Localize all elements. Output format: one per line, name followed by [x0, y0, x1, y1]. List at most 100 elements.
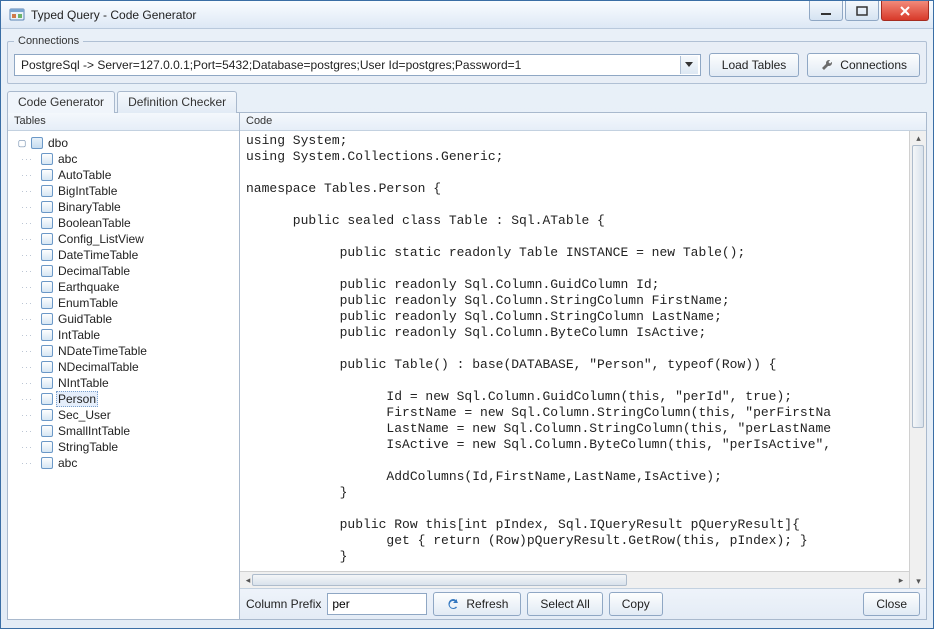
- tree-schema-label: dbo: [46, 136, 70, 150]
- tables-header: Tables: [8, 113, 239, 131]
- tab-strip: Code GeneratorDefinition Checker: [7, 90, 927, 112]
- code-textarea[interactable]: using System; using System.Collections.G…: [240, 131, 909, 571]
- tree-table-node[interactable]: ···NDecimalTable: [14, 359, 237, 375]
- tab-code-generator[interactable]: Code Generator: [7, 91, 115, 113]
- tree-connector: ···: [16, 218, 38, 228]
- connection-combo-text: PostgreSql -> Server=127.0.0.1;Port=5432…: [21, 58, 680, 72]
- tables-panel: Tables ▢ dbo ···abc···AutoTable···BigInt…: [8, 113, 240, 619]
- table-icon: [40, 152, 54, 166]
- window-controls: [809, 1, 933, 28]
- tree-connector: ···: [16, 458, 38, 468]
- tree-schema-node[interactable]: ▢ dbo: [14, 135, 237, 151]
- tree-table-node[interactable]: ···Config_ListView: [14, 231, 237, 247]
- table-icon: [40, 424, 54, 438]
- tables-tree[interactable]: ▢ dbo ···abc···AutoTable···BigIntTable··…: [8, 131, 239, 619]
- code-wrap: using System; using System.Collections.G…: [240, 131, 926, 589]
- table-icon: [40, 360, 54, 374]
- load-tables-button[interactable]: Load Tables: [709, 53, 800, 77]
- table-icon: [40, 168, 54, 182]
- copy-button[interactable]: Copy: [609, 592, 663, 616]
- column-prefix-input[interactable]: [327, 593, 427, 615]
- tree-table-label: DateTimeTable: [56, 248, 140, 262]
- wrench-icon: [820, 58, 834, 72]
- table-icon: [40, 312, 54, 326]
- vertical-scrollbar[interactable]: ▴ ▾: [909, 131, 926, 588]
- code-header: Code: [240, 113, 926, 131]
- tree-connector: ···: [16, 170, 38, 180]
- tree-connector: ···: [16, 362, 38, 372]
- tree-table-node[interactable]: ··· BigIntTable: [14, 183, 237, 199]
- tree-connector: ···: [16, 378, 38, 388]
- app-icon: [9, 7, 25, 23]
- tree-table-node[interactable]: ··· BooleanTable: [14, 215, 237, 231]
- connection-combo[interactable]: PostgreSql -> Server=127.0.0.1;Port=5432…: [14, 54, 701, 76]
- tree-table-node[interactable]: ···Person: [14, 391, 237, 407]
- tree-connector: ···: [16, 442, 38, 452]
- tree-table-label: BinaryTable: [56, 200, 123, 214]
- tree-connector: ···: [16, 426, 38, 436]
- tree-table-node[interactable]: ···SmallIntTable: [14, 423, 237, 439]
- maximize-button[interactable]: [845, 1, 879, 21]
- tree-table-label: Earthquake: [56, 280, 121, 294]
- tree-table-node[interactable]: ··· NDateTimeTable: [14, 343, 237, 359]
- tree-connector: ···: [16, 186, 38, 196]
- tree-table-label: StringTable: [56, 440, 120, 454]
- tree-connector: ···: [16, 394, 38, 404]
- tree-table-label: NDateTimeTable: [56, 344, 149, 358]
- titlebar: Typed Query - Code Generator: [1, 1, 933, 29]
- tree-table-node[interactable]: ··· DecimalTable: [14, 263, 237, 279]
- table-icon: [40, 296, 54, 310]
- tree-table-label: AutoTable: [56, 168, 113, 182]
- select-all-button[interactable]: Select All: [527, 592, 602, 616]
- connections-button[interactable]: Connections: [807, 53, 920, 77]
- connections-group: Connections PostgreSql -> Server=127.0.0…: [7, 35, 927, 84]
- collapse-icon[interactable]: ▢: [16, 137, 28, 149]
- table-icon: [40, 264, 54, 278]
- app-window: Typed Query - Code Generator Connections…: [0, 0, 934, 629]
- tree-table-label: IntTable: [56, 328, 102, 342]
- tree-connector: ···: [16, 266, 38, 276]
- tree-table-label: Config_ListView: [56, 232, 146, 246]
- vscroll-thumb[interactable]: [912, 145, 924, 428]
- tree-table-node[interactable]: ···EnumTable: [14, 295, 237, 311]
- tree-table-node[interactable]: ···abc: [14, 151, 237, 167]
- tree-table-label: DecimalTable: [56, 264, 132, 278]
- bottom-toolbar: Column Prefix Refresh Select All Copy Cl…: [240, 589, 926, 619]
- tree-connector: ···: [16, 202, 38, 212]
- tree-table-node[interactable]: ···Earthquake: [14, 279, 237, 295]
- table-icon: [40, 376, 54, 390]
- table-icon: [40, 456, 54, 470]
- tree-table-node[interactable]: ···Sec_User: [14, 407, 237, 423]
- tab-definition-checker[interactable]: Definition Checker: [117, 91, 237, 113]
- tree-connector: ···: [16, 410, 38, 420]
- table-icon: [40, 328, 54, 342]
- table-icon: [40, 280, 54, 294]
- hscroll-thumb[interactable]: [252, 574, 627, 586]
- tree-table-label: BigIntTable: [56, 184, 119, 198]
- minimize-button[interactable]: [809, 1, 843, 21]
- tree-table-node[interactable]: ··· AutoTable: [14, 167, 237, 183]
- tree-table-label: GuidTable: [56, 312, 114, 326]
- table-icon: [40, 232, 54, 246]
- scroll-down-icon[interactable]: ▾: [910, 574, 927, 588]
- tree-table-label: BooleanTable: [56, 216, 133, 230]
- close-button[interactable]: Close: [863, 592, 920, 616]
- tree-table-label: abc: [56, 456, 79, 470]
- refresh-button[interactable]: Refresh: [433, 592, 521, 616]
- table-icon: [40, 200, 54, 214]
- tree-table-node[interactable]: ···DateTimeTable: [14, 247, 237, 263]
- tree-table-node[interactable]: ···IntTable: [14, 327, 237, 343]
- scroll-right-icon[interactable]: ▸: [893, 572, 909, 589]
- tree-table-node[interactable]: ··· BinaryTable: [14, 199, 237, 215]
- close-window-button[interactable]: [881, 1, 929, 21]
- tree-table-node[interactable]: ···NIntTable: [14, 375, 237, 391]
- tree-table-node[interactable]: ··· StringTable: [14, 439, 237, 455]
- tree-table-node[interactable]: ··· abc: [14, 455, 237, 471]
- client-area: Connections PostgreSql -> Server=127.0.0…: [1, 29, 933, 628]
- tree-connector: ···: [16, 346, 38, 356]
- tree-table-node[interactable]: ···GuidTable: [14, 311, 237, 327]
- scroll-up-icon[interactable]: ▴: [910, 131, 927, 145]
- horizontal-scrollbar[interactable]: ◂ ▸: [240, 571, 909, 588]
- table-icon: [40, 184, 54, 198]
- tree-connector: ···: [16, 298, 38, 308]
